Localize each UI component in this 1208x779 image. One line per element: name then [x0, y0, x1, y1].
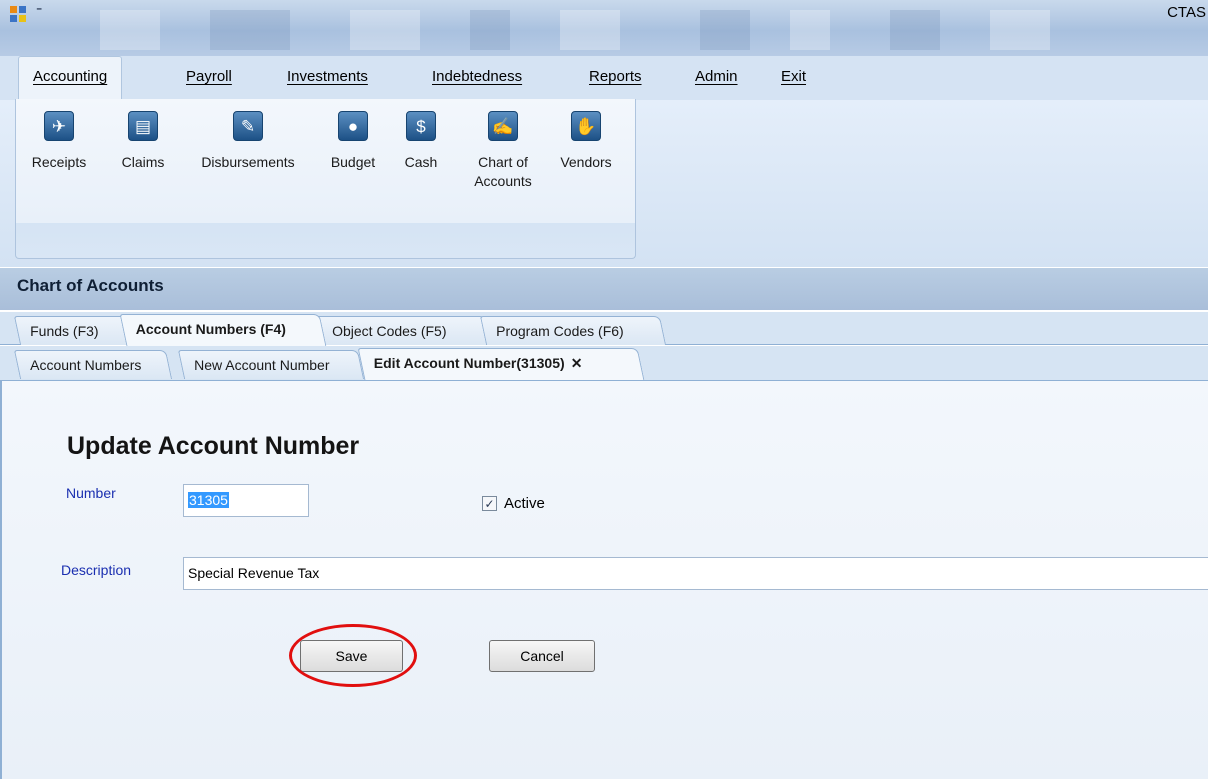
tab-new-account-number[interactable]: New Account Number — [177, 350, 365, 379]
claims-button[interactable]: ▤ Claims — [116, 111, 170, 172]
tab-edit-account-number[interactable]: Edit Account Number(31305) ✕ — [357, 348, 645, 380]
section-title: Chart of Accounts — [17, 276, 164, 295]
handshake-icon: ✋ — [571, 111, 601, 141]
disbursements-label: Disbursements — [201, 154, 295, 170]
save-callout-ring — [289, 624, 417, 687]
ribbon-tab-reports[interactable]: Reports — [589, 68, 642, 85]
cash-label: Cash — [404, 154, 438, 170]
chart-of-accounts-icon: ✍ — [488, 111, 518, 141]
primary-tab-strip: Funds (F3) Account Numbers (F4) Object C… — [0, 312, 1208, 346]
piggy-bank-icon: ● — [338, 111, 368, 141]
ribbon-tab-investments[interactable]: Investments — [287, 68, 368, 85]
claims-icon: ▤ — [128, 111, 158, 141]
title-bar — [0, 0, 1208, 56]
number-value: 31305 — [188, 492, 229, 508]
secondary-tab-strip: Account Numbers New Account Number Edit … — [0, 346, 1208, 381]
ribbon-tab-payroll[interactable]: Payroll — [186, 68, 232, 85]
description-value: Special Revenue Tax — [188, 565, 320, 581]
ribbon-tab-exit[interactable]: Exit — [781, 68, 806, 85]
number-label: Number — [66, 485, 116, 501]
tab-object-codes[interactable]: Object Codes (F5) — [315, 316, 493, 345]
ribbon-tab-accounting[interactable]: Accounting — [18, 56, 123, 101]
close-icon[interactable]: ✕ — [571, 349, 583, 377]
cash-icon: $ — [406, 111, 436, 141]
vendors-label: Vendors — [560, 154, 612, 170]
tab-funds[interactable]: Funds (F3) — [13, 316, 135, 345]
active-label[interactable]: Active — [504, 495, 545, 512]
disbursements-icon: ✎ — [233, 111, 263, 141]
vendors-button[interactable]: ✋ Vendors — [551, 111, 621, 172]
tab-program-codes[interactable]: Program Codes (F6) — [479, 316, 667, 345]
chart-of-accounts-label: Chart of Accounts — [474, 154, 532, 189]
checkmark-icon: ✓ — [484, 496, 495, 511]
ribbon-tab-indebtedness[interactable]: Indebtedness — [432, 68, 522, 85]
quick-access-dropdown-icon[interactable]: ⁼ — [36, 4, 42, 18]
tab-account-numbers-list[interactable]: Account Numbers — [13, 350, 173, 379]
tab-account-numbers[interactable]: Account Numbers (F4) — [119, 314, 327, 346]
budget-button[interactable]: ● Budget — [326, 111, 380, 172]
chart-of-accounts-button[interactable]: ✍ Chart of Accounts — [464, 111, 542, 191]
receipts-label: Receipts — [31, 154, 87, 170]
receipts-button[interactable]: ✈ Receipts — [31, 111, 87, 172]
budget-label: Budget — [330, 154, 376, 170]
number-input[interactable]: 31305 — [183, 484, 309, 517]
ribbon-tab-bar: Accounting Payroll Investments Indebtedn… — [0, 56, 1208, 101]
ribbon-tab-admin[interactable]: Admin — [695, 68, 738, 85]
claims-label: Claims — [121, 154, 165, 170]
cancel-button[interactable]: Cancel — [489, 640, 595, 672]
receipts-icon: ✈ — [44, 111, 74, 141]
active-checkbox[interactable]: ✓ — [482, 496, 497, 511]
description-label: Description — [61, 562, 132, 578]
app-icon[interactable] — [10, 6, 26, 22]
disbursements-button[interactable]: ✎ Disbursements — [188, 111, 308, 172]
window-title: CTAS — [1167, 4, 1206, 21]
cash-button[interactable]: $ Cash — [399, 111, 443, 172]
description-input[interactable]: Special Revenue Tax — [183, 557, 1208, 590]
form-title: Update Account Number — [67, 432, 360, 460]
section-header — [0, 268, 1208, 310]
